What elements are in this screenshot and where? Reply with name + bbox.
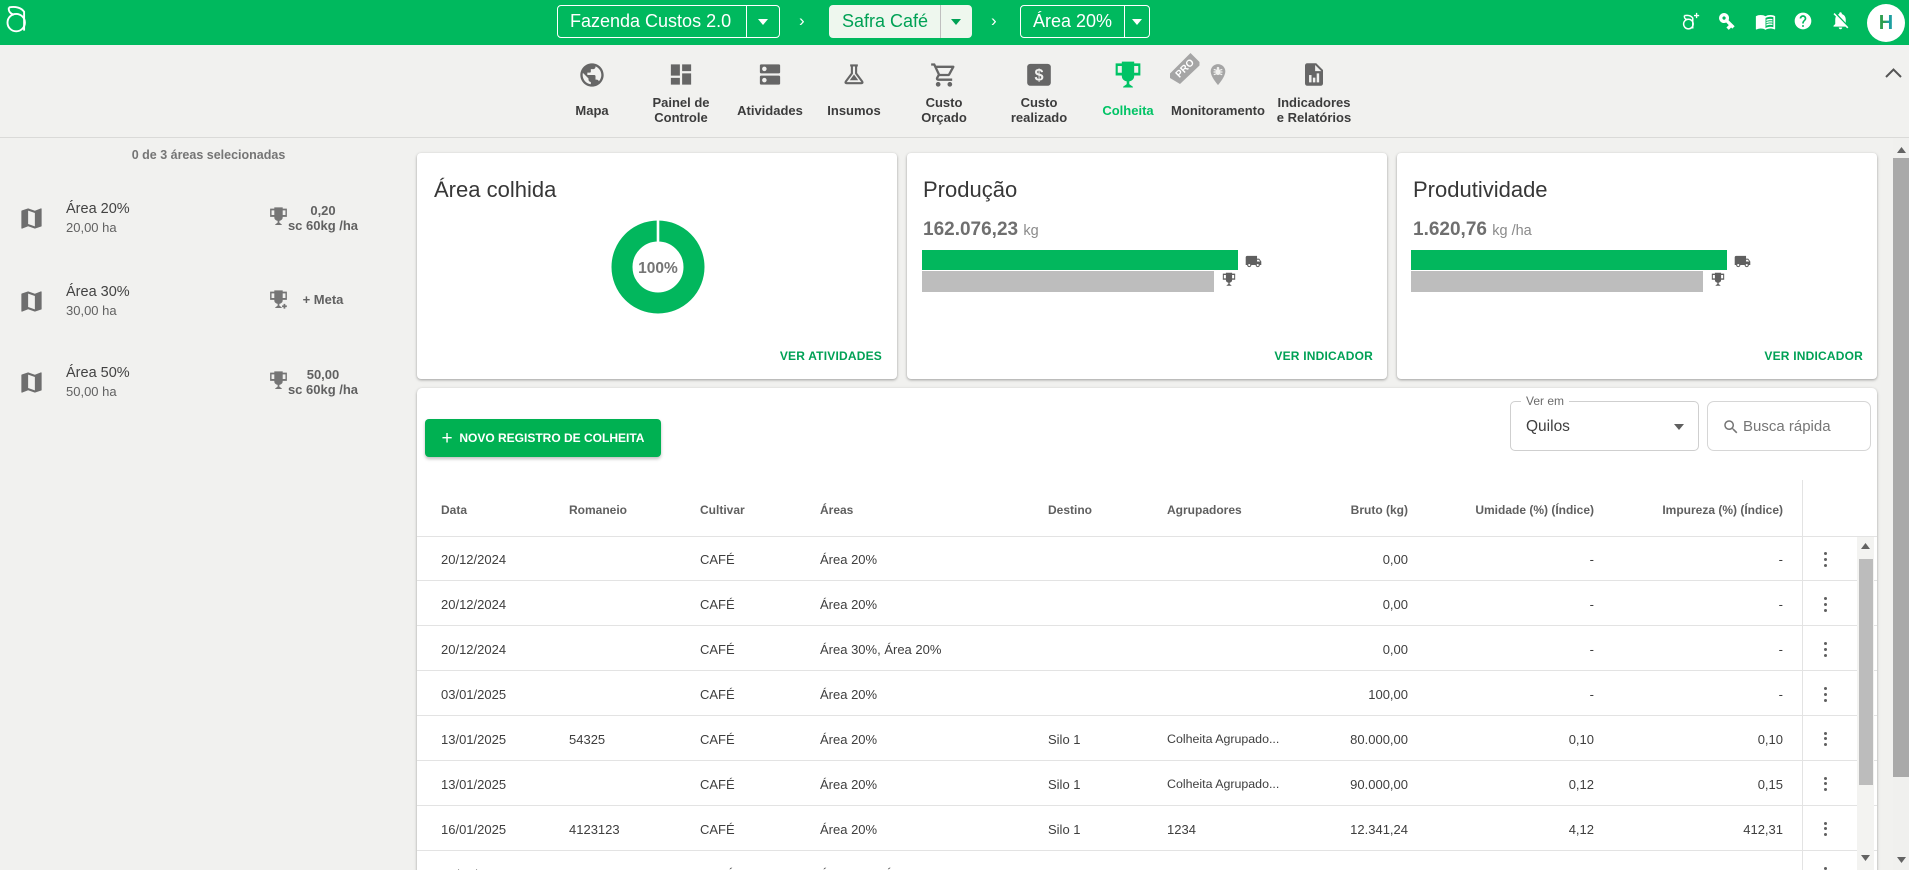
svg-text:$: $ xyxy=(1034,67,1043,85)
svg-text:100%: 100% xyxy=(638,260,678,277)
